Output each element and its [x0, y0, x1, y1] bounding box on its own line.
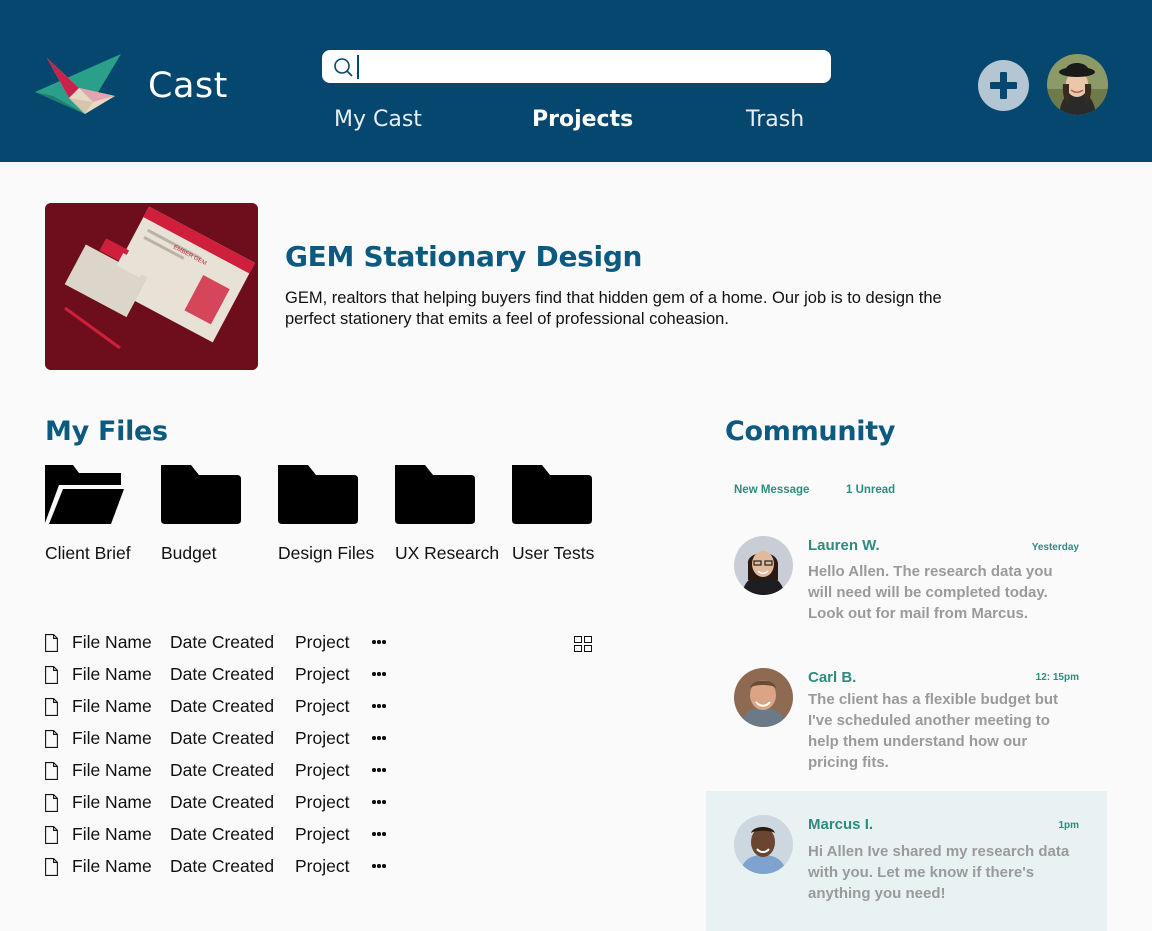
file-row[interactable]: File Name Date Created Project: [45, 728, 405, 754]
file-row[interactable]: File Name Date Created Project: [45, 760, 405, 786]
file-name: File Name: [72, 728, 152, 748]
file-icon: [45, 826, 58, 844]
file-project: Project: [295, 760, 350, 780]
file-icon: [45, 762, 58, 780]
message-item[interactable]: Carl B. 12: 15pm The client has a flexib…: [706, 652, 1107, 782]
more-options-icon[interactable]: [372, 640, 388, 644]
message-time: Yesterday: [1031, 542, 1079, 553]
message-text: Hello Allen. The research data you will …: [808, 563, 1053, 622]
message-text: Hi Allen Ive shared my research data wit…: [808, 843, 1070, 902]
avatar: [734, 668, 793, 727]
file-icon: [45, 666, 58, 684]
file-name: File Name: [72, 696, 152, 716]
tab-trash[interactable]: Trash: [746, 107, 804, 132]
app-name: Cast: [148, 66, 228, 106]
unread-link[interactable]: 1 Unread: [846, 484, 895, 496]
file-date: Date Created: [170, 824, 275, 844]
more-options-icon[interactable]: [372, 704, 388, 708]
folder-label-user-tests[interactable]: User Tests: [512, 543, 594, 564]
user-avatar-image: [1047, 54, 1108, 115]
file-name: File Name: [72, 632, 152, 652]
message-sender: Carl B.: [808, 669, 857, 686]
grid-view-icon[interactable]: [574, 636, 592, 652]
file-row[interactable]: File Name Date Created Project: [45, 792, 405, 818]
top-header: Cast My Cast Projects Trash: [0, 0, 1152, 162]
avatar: [734, 536, 793, 595]
file-row[interactable]: File Name Date Created Project: [45, 696, 405, 722]
user-avatar[interactable]: [1047, 54, 1108, 115]
file-project: Project: [295, 632, 350, 652]
folder-label-ux-research[interactable]: UX Research: [395, 543, 499, 564]
folder-icon[interactable]: [395, 465, 475, 525]
open-folder-icon[interactable]: [45, 465, 125, 525]
file-icon: [45, 794, 58, 812]
folder-label-budget[interactable]: Budget: [161, 543, 216, 564]
folder-label-design-files[interactable]: Design Files: [278, 543, 374, 564]
new-message-link[interactable]: New Message: [734, 484, 809, 496]
tab-my-cast[interactable]: My Cast: [334, 107, 422, 132]
file-name: File Name: [72, 792, 152, 812]
message-item[interactable]: Lauren W. Yesterday Hello Allen. The res…: [706, 520, 1107, 640]
message-text: The client has a flexible budget but I'v…: [808, 691, 1059, 771]
my-files-heading: My Files: [45, 416, 168, 447]
folder-label-client-brief[interactable]: Client Brief: [45, 543, 131, 564]
file-row[interactable]: File Name Date Created Project: [45, 632, 405, 658]
file-name: File Name: [72, 664, 152, 684]
file-project: Project: [295, 824, 350, 844]
file-icon: [45, 730, 58, 748]
more-options-icon[interactable]: [372, 768, 388, 772]
file-name: File Name: [72, 824, 152, 844]
more-options-icon[interactable]: [372, 800, 388, 804]
file-project: Project: [295, 728, 350, 748]
community-heading: Community: [725, 416, 896, 447]
file-icon: [45, 634, 58, 652]
file-name: File Name: [72, 856, 152, 876]
more-options-icon[interactable]: [372, 832, 388, 836]
message-item-unread[interactable]: Marcus I. 1pm Hi Allen Ive shared my res…: [706, 791, 1107, 931]
file-icon: [45, 698, 58, 716]
file-row[interactable]: File Name Date Created Project: [45, 856, 405, 882]
message-sender: Lauren W.: [808, 537, 880, 554]
file-date: Date Created: [170, 856, 275, 876]
project-description: GEM, realtors that helping buyers find t…: [285, 289, 942, 328]
file-project: Project: [295, 696, 350, 716]
text-cursor: [357, 55, 359, 79]
file-icon: [45, 858, 58, 876]
search-bar[interactable]: [322, 50, 831, 83]
message-time: 1pm: [1058, 820, 1079, 831]
message-time: 12: 15pm: [1035, 672, 1079, 683]
more-options-icon[interactable]: [372, 864, 388, 868]
file-row[interactable]: File Name Date Created Project: [45, 664, 405, 690]
search-icon: [334, 58, 353, 77]
project-thumbnail[interactable]: EMBER GEM: [45, 203, 258, 370]
file-date: Date Created: [170, 792, 275, 812]
file-date: Date Created: [170, 728, 275, 748]
file-date: Date Created: [170, 632, 275, 652]
avatar: [734, 815, 793, 874]
project-title: GEM Stationary Design: [285, 240, 643, 273]
tab-projects[interactable]: Projects: [532, 107, 633, 132]
file-date: Date Created: [170, 760, 275, 780]
file-date: Date Created: [170, 664, 275, 684]
more-options-icon[interactable]: [372, 672, 388, 676]
folder-icon[interactable]: [512, 465, 592, 525]
cast-logo-icon[interactable]: [33, 52, 121, 116]
file-name: File Name: [72, 760, 152, 780]
file-project: Project: [295, 856, 350, 876]
file-date: Date Created: [170, 696, 275, 716]
folder-icon[interactable]: [278, 465, 358, 525]
file-project: Project: [295, 792, 350, 812]
file-row[interactable]: File Name Date Created Project: [45, 824, 405, 850]
file-project: Project: [295, 664, 350, 684]
search-input[interactable]: [364, 54, 814, 79]
add-button[interactable]: [978, 60, 1029, 111]
message-sender: Marcus I.: [808, 816, 874, 833]
more-options-icon[interactable]: [372, 736, 388, 740]
folder-icon[interactable]: [161, 465, 241, 525]
